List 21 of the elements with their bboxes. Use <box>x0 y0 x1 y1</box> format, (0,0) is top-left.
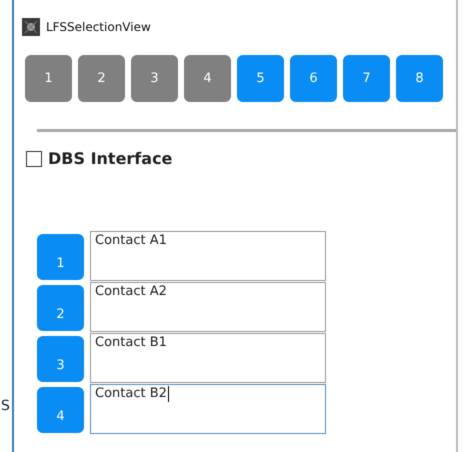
number-button[interactable]: 6 <box>290 55 337 102</box>
number-button[interactable]: 5 <box>237 55 284 102</box>
number-button[interactable]: 1 <box>37 234 84 280</box>
number-button[interactable]: 4 <box>37 387 84 433</box>
number-button[interactable]: 8 <box>396 55 443 102</box>
number-button[interactable]: 2 <box>37 285 84 331</box>
input-field[interactable]: Contact B1 <box>90 333 326 383</box>
number-button[interactable]: 7 <box>343 55 390 102</box>
number-button[interactable]: 3 <box>37 336 84 382</box>
checkbox[interactable] <box>26 150 42 166</box>
number-button[interactable]: 1 <box>25 55 72 102</box>
checkbox-label: DBS Interface <box>48 149 172 168</box>
number-button[interactable]: 2 <box>78 55 125 102</box>
background-text: S <box>1 398 10 414</box>
number-button[interactable]: 4 <box>184 55 231 102</box>
window-title: LFSSelectionView <box>46 20 151 34</box>
input-field[interactable]: Contact A1 <box>90 231 326 281</box>
app-icon <box>22 18 40 36</box>
input-field[interactable]: Contact B2 <box>90 384 326 434</box>
number-button[interactable]: 3 <box>131 55 178 102</box>
input-field[interactable]: Contact A2 <box>90 282 326 332</box>
